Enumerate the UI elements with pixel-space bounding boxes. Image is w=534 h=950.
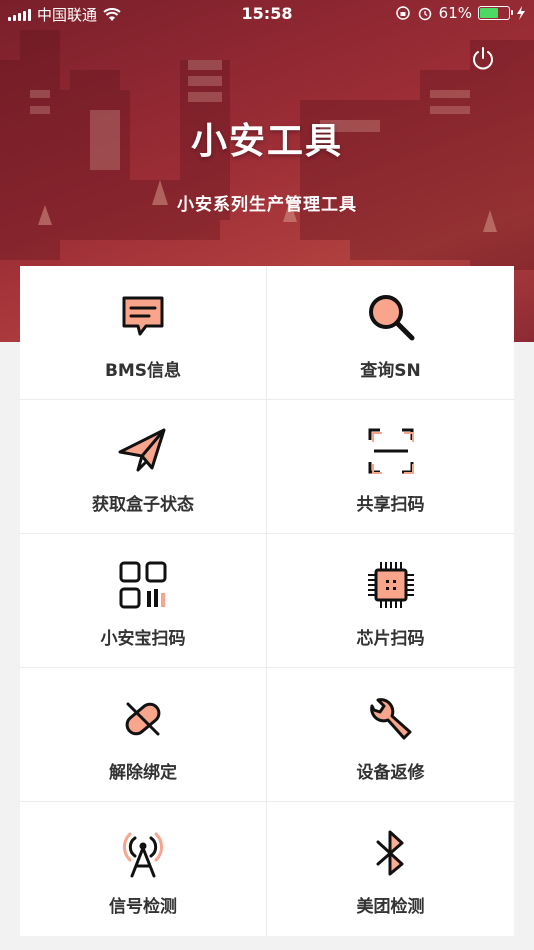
qr-code-icon — [119, 561, 167, 609]
chip-icon — [367, 562, 414, 608]
menu-item-box-status[interactable]: 获取盒子状态 — [20, 400, 267, 534]
signal-tower-icon — [123, 832, 163, 878]
menu-item-label: 设备返修 — [356, 763, 425, 783]
wrench-icon — [369, 698, 411, 740]
menu-item-label: 查询SN — [360, 361, 421, 381]
alarm-icon — [418, 7, 431, 21]
paper-plane-icon — [118, 428, 166, 472]
page-title: 小安工具 — [190, 121, 343, 162]
menu-item-label: BMS信息 — [104, 361, 182, 381]
menu-item-device-repair[interactable]: 设备返修 — [267, 668, 514, 802]
menu-item-signal-test[interactable]: 信号检测 — [20, 802, 267, 936]
menu-item-meituan-test[interactable]: 美团检测 — [267, 802, 514, 936]
menu-item-shared-scan[interactable]: 共享扫码 — [267, 400, 514, 534]
menu-item-label: 解除绑定 — [109, 763, 177, 783]
battery-icon — [478, 6, 513, 20]
unlink-icon — [125, 702, 161, 736]
battery-percent: 61% — [438, 4, 472, 22]
menu-item-bms-info[interactable]: BMS信息 — [20, 266, 267, 400]
scan-icon — [368, 428, 414, 474]
menu-item-label: 共享扫码 — [356, 495, 425, 515]
menu-item-label: 美团检测 — [356, 897, 425, 917]
menu-item-xiaoanbao-scan[interactable]: 小安宝扫码 — [20, 534, 267, 668]
menu-item-query-sn[interactable]: 查询SN — [267, 266, 514, 400]
page-subtitle: 小安系列生产管理工具 — [177, 195, 357, 215]
status-right: 61% — [395, 4, 526, 22]
power-icon[interactable] — [470, 46, 496, 72]
bluetooth-icon — [376, 830, 403, 876]
rotation-lock-icon — [395, 6, 410, 20]
charging-icon — [517, 6, 525, 20]
menu-item-unbind[interactable]: 解除绑定 — [20, 668, 267, 802]
menu-item-label: 信号检测 — [109, 897, 177, 917]
tool-grid: BMS信息 查询SN 获取盒子状态 共享扫码 小安宝扫码 芯片扫码 解除绑定 设… — [20, 266, 514, 936]
status-bar: 中国联通 15:58 61% — [0, 0, 534, 28]
menu-item-label: 芯片扫码 — [356, 629, 425, 649]
menu-item-chip-scan[interactable]: 芯片扫码 — [267, 534, 514, 668]
menu-item-label: 获取盒子状态 — [92, 495, 194, 515]
search-icon — [368, 295, 414, 341]
menu-item-label: 小安宝扫码 — [100, 629, 186, 649]
message-icon — [122, 296, 164, 336]
